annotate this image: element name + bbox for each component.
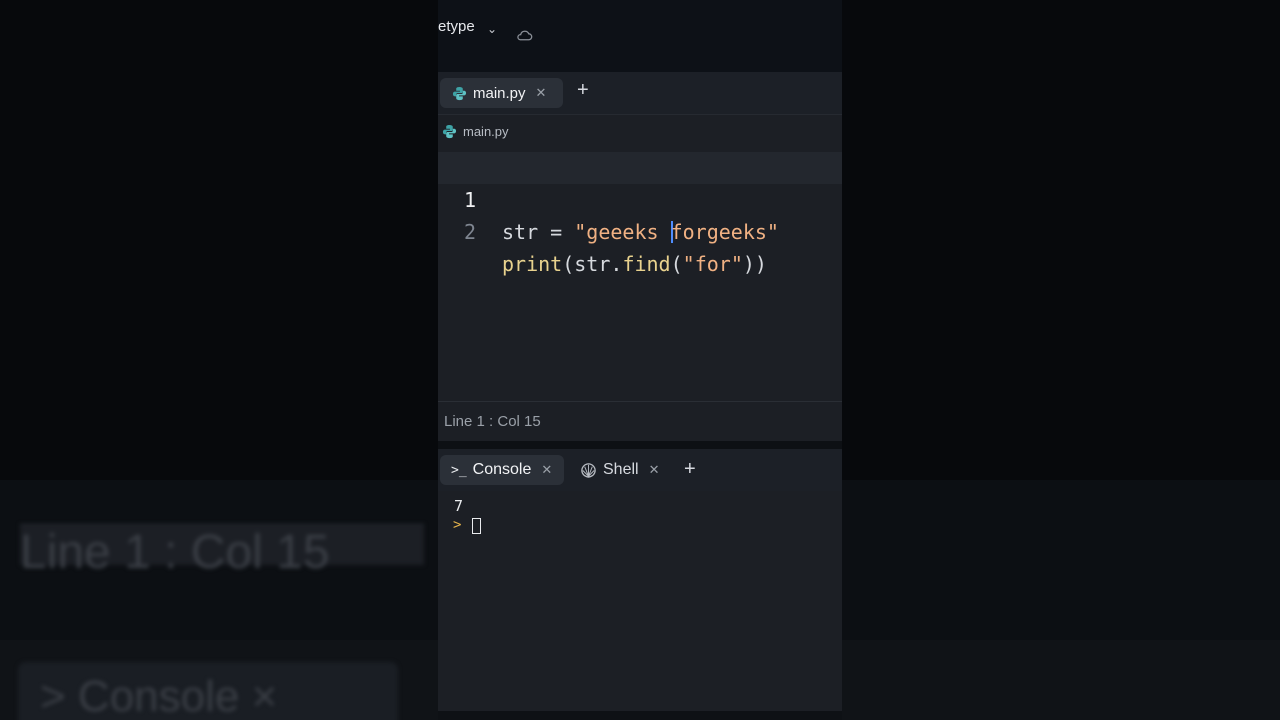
console-output[interactable]: 7 > (438, 491, 842, 711)
code-text: print(str.find("for")) (502, 248, 767, 280)
token-punct: )) (742, 252, 767, 276)
top-bar: etype ⌄ (438, 0, 842, 72)
tab-label: Shell (603, 461, 639, 478)
python-file-icon (452, 86, 467, 100)
background-console-text: > Console × (40, 672, 278, 720)
cursor-position[interactable]: Line 1 : Col 15 (444, 413, 541, 430)
new-console-tab-button[interactable]: + (684, 458, 696, 481)
new-tab-button[interactable]: + (577, 79, 589, 102)
close-icon[interactable]: ✕ (536, 85, 547, 101)
close-icon[interactable]: ✕ (541, 462, 552, 478)
background-status-text: Line 1 : Col 15 (20, 524, 424, 579)
cloud-icon[interactable] (516, 27, 533, 44)
terminal-icon: >_ (451, 462, 467, 478)
tab-main-py[interactable]: main.py ✕ (440, 78, 563, 108)
token-operator: = (538, 220, 575, 244)
python-file-icon (442, 124, 457, 138)
output-line: 7 (454, 497, 464, 515)
tab-shell[interactable]: Shell ✕ (572, 455, 668, 485)
token-punct: (str. (562, 252, 623, 276)
breadcrumb: main.py (438, 116, 842, 146)
token-string: "geeeks (574, 220, 671, 244)
line-number: 2 (463, 220, 476, 244)
shell-icon (581, 462, 596, 478)
code-line[interactable]: 2 print(str.find("for")) (438, 184, 842, 276)
token-method: find (622, 252, 671, 276)
bottom-edge (438, 711, 842, 720)
prompt-chevron-icon: > (453, 517, 462, 533)
code-text: str = "geeeks forgeeks" (502, 216, 779, 248)
tab-label: Console (472, 461, 532, 478)
repl-title[interactable]: etype (438, 18, 475, 35)
close-icon[interactable]: ✕ (649, 462, 660, 478)
code-line[interactable]: 1 str = "geeeks forgeeks" (438, 152, 842, 244)
breadcrumb-file[interactable]: main.py (463, 124, 509, 139)
tab-label: main.py (473, 84, 526, 102)
token-string: "for" (682, 252, 743, 276)
editor-tab-bar: main.py ✕ (438, 72, 842, 115)
code-editor[interactable]: 1 str = "geeeks forgeeks" 2 print(str.fi… (438, 148, 842, 400)
console-tab-bar: >_ Console ✕ Shell ✕ (438, 449, 842, 491)
input-cursor[interactable] (472, 518, 481, 534)
pane-divider[interactable] (438, 441, 842, 449)
ide-window: etype ⌄ main.py ✕ + main.py 1 str = "gee… (438, 0, 842, 720)
token-function: print (502, 252, 563, 276)
token-string-rest: forgeeks" (670, 220, 779, 244)
status-bar: Line 1 : Col 15 (438, 401, 842, 442)
chevron-down-icon[interactable]: ⌄ (487, 22, 497, 36)
token-punct: ( (670, 252, 683, 276)
tab-console[interactable]: >_ Console ✕ (440, 455, 564, 485)
